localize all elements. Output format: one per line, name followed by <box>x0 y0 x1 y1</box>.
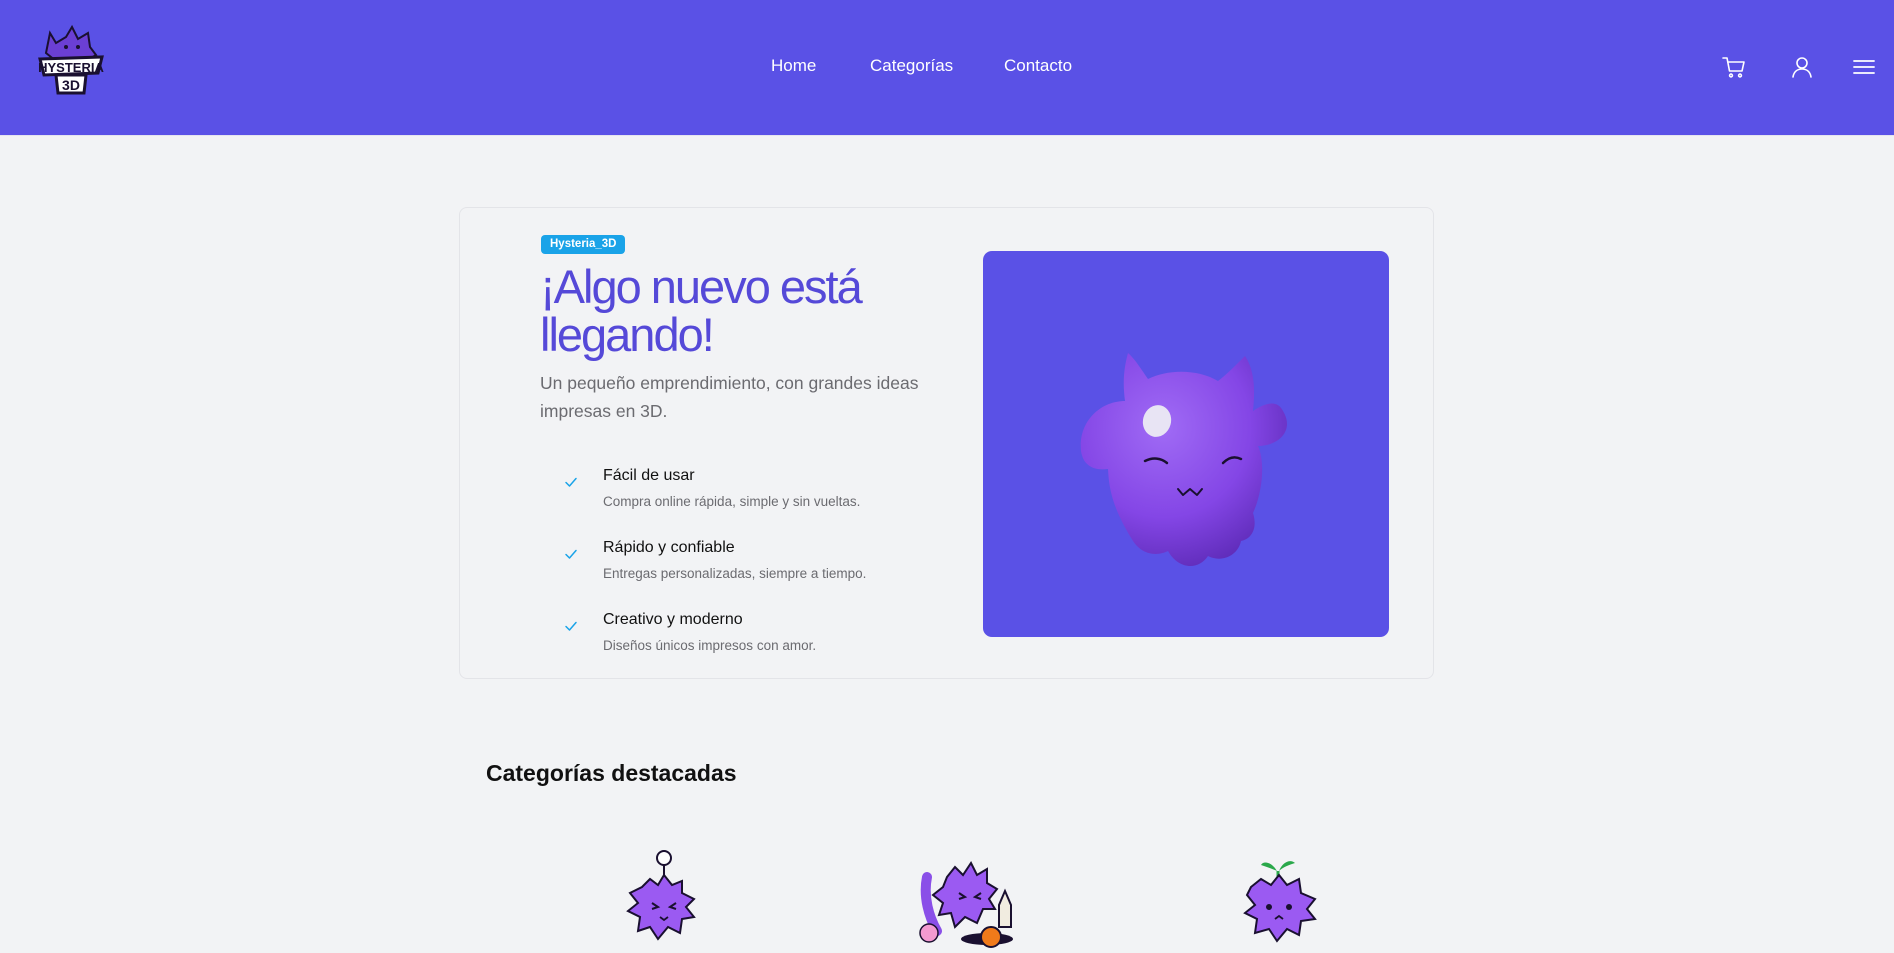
feature-description: Compra online rápida, simple y sin vuelt… <box>603 494 861 509</box>
feature-title: Rápido y confiable <box>603 539 735 556</box>
nav-home[interactable]: Home <box>771 56 816 76</box>
cart-icon[interactable] <box>1721 54 1747 80</box>
hero-subtitle: Un pequeño emprendimiento, con grandes i… <box>540 373 919 421</box>
hero-mascot-image <box>983 251 1389 637</box>
feature-title: Fácil de usar <box>603 467 695 484</box>
check-icon <box>565 621 577 631</box>
check-icon <box>565 549 577 559</box>
feature-title: Creativo y moderno <box>603 611 743 628</box>
main-nav: Home Categorías Contacto <box>0 56 1894 76</box>
categories-title: Categorías destacadas <box>486 760 737 786</box>
mascot-3d-icon <box>1080 353 1287 567</box>
user-icon[interactable] <box>1789 54 1815 80</box>
mascot-keychain-icon <box>626 850 696 941</box>
category-card[interactable] <box>907 847 1017 953</box>
category-card[interactable] <box>1221 847 1331 953</box>
category-card[interactable] <box>602 847 712 953</box>
mascot-figures-icon <box>919 861 1013 948</box>
svg-text:3D: 3D <box>62 77 80 93</box>
hero-card: Hysteria_3D ¡Algo nuevo está llegando! U… <box>459 207 1434 679</box>
nav-contacto[interactable]: Contacto <box>1004 56 1072 76</box>
menu-icon[interactable] <box>1851 54 1877 80</box>
top-navbar: HYSTERIA 3D Home Categorías Contacto <box>0 0 1894 136</box>
hero-title: ¡Algo nuevo está llegando! <box>540 260 863 361</box>
mascot-sprout-icon <box>1243 861 1317 943</box>
nav-categorias[interactable]: Categorías <box>870 56 953 76</box>
feature-description: Diseños únicos impresos con amor. <box>603 638 817 653</box>
brand-badge: Hysteria_3D <box>541 235 626 254</box>
feature-description: Entregas personalizadas, siempre a tiemp… <box>603 566 867 581</box>
check-icon <box>565 477 577 487</box>
